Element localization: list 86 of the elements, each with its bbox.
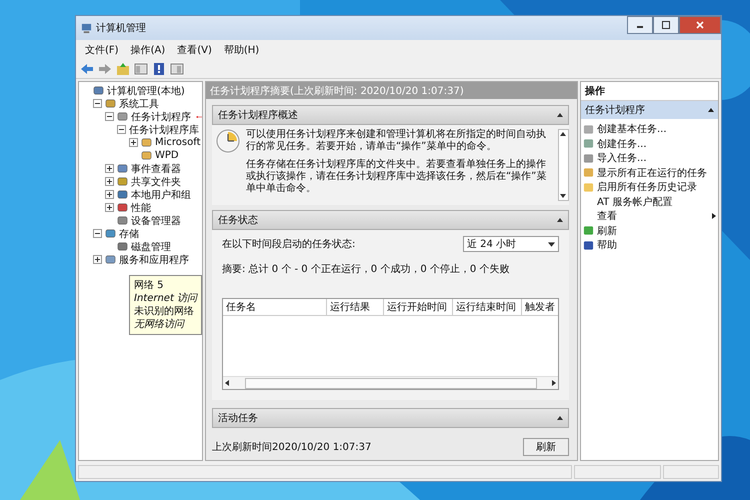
caret-icon[interactable] — [557, 218, 563, 222]
section-header[interactable]: 任务计划程序概述 — [212, 105, 569, 125]
back-icon[interactable] — [80, 62, 94, 76]
section-header[interactable]: 任务状态 — [212, 210, 569, 230]
dropdown-caret-icon[interactable] — [548, 242, 555, 246]
menu-item[interactable]: 帮助(H) — [218, 42, 264, 58]
tree-item[interactable]: 任务计划程序 — [131, 110, 191, 124]
tree-item[interactable]: 磁盘管理 — [131, 240, 171, 254]
tree-item[interactable]: 存储 — [119, 226, 139, 240]
collapse-icon[interactable] — [105, 112, 114, 121]
tree-item[interactable]: 性能 — [131, 200, 151, 214]
summary-text: 摘要: 总计 0 个 - 0 个正在运行，0 个成功，0 个停止，0 个失败 — [222, 262, 510, 276]
maximize-icon — [661, 20, 671, 30]
submenu-arrow-icon — [712, 213, 716, 220]
expand-icon[interactable] — [129, 138, 138, 147]
collapse-icon[interactable] — [93, 229, 102, 238]
period-dropdown[interactable]: 近 24 小时 — [463, 236, 559, 252]
last-refresh-text: 上次刷新时间2020/10/20 1:07:37 — [212, 440, 372, 454]
scroll-left-icon[interactable] — [225, 380, 229, 386]
section-title: 活动任务 — [218, 412, 258, 425]
section-title: 任务计划程序概述 — [218, 108, 298, 122]
section-header[interactable]: 活动任务 — [212, 408, 569, 428]
expand-icon[interactable] — [93, 255, 102, 264]
column-header[interactable]: 运行结果 — [326, 299, 384, 315]
scroll-up-icon[interactable] — [560, 132, 566, 136]
menu-item[interactable]: 操作(A) — [126, 42, 170, 58]
tree-item[interactable]: Microsoft — [155, 137, 201, 148]
minimize-button[interactable] — [627, 16, 653, 34]
tooltip-text: 未识别的网络 — [134, 305, 195, 318]
column-header[interactable]: 运行结束时间 — [452, 299, 521, 315]
close-icon — [695, 20, 705, 30]
close-button[interactable] — [679, 16, 721, 34]
scroll-thumb[interactable] — [244, 378, 536, 388]
collapse-icon[interactable] — [93, 99, 102, 108]
tooltip-text: 无网络访问 — [134, 318, 186, 331]
tree-item[interactable]: WPD — [155, 150, 179, 161]
description-text: 可以使用任务计划程序来创建和管理计算机将在所指定的时间自动执行的常见任务。若要开始，请单击“操作”菜单中的命令。 — [246, 129, 547, 153]
status-bar-pane — [663, 465, 719, 479]
action-item[interactable]: AT 服务帐户配置 — [597, 194, 672, 209]
action-item[interactable]: 启用所有任务历史记录 — [597, 180, 697, 194]
column-header[interactable]: 触发者 — [520, 299, 558, 315]
menu-item[interactable]: 文件(F) — [80, 42, 124, 58]
scroll-down-icon[interactable] — [560, 194, 566, 198]
expand-icon[interactable] — [105, 203, 114, 212]
scrollbar[interactable] — [223, 376, 558, 389]
section-header[interactable]: 任务计划程序 — [581, 101, 718, 119]
section-title: 任务状态 — [218, 214, 258, 227]
action-item[interactable]: 查看 — [597, 209, 617, 224]
expand-icon[interactable] — [105, 164, 114, 173]
action-item[interactable]: 导入任务... — [597, 151, 647, 166]
expand-icon[interactable] — [105, 190, 114, 199]
caret-icon[interactable] — [708, 108, 714, 112]
summary-header: 任务计划程序摘要(上次刷新时间: 2020/10/20 1:07:37) — [206, 82, 577, 99]
tooltip-text: 网络 5 — [134, 279, 165, 292]
tooltip-text: Internet 访问 — [134, 292, 198, 305]
collapse-icon[interactable] — [117, 125, 126, 134]
expand-icon[interactable] — [105, 177, 114, 186]
column-header[interactable]: 任务名 — [223, 299, 326, 315]
panel-icon[interactable] — [170, 62, 184, 76]
action-item[interactable]: 创建基本任务... — [597, 122, 667, 136]
action-item[interactable]: 帮助 — [597, 238, 617, 252]
tree-item[interactable]: 设备管理器 — [131, 214, 181, 228]
section-title: 任务计划程序 — [585, 104, 645, 117]
description-text: 任务存储在任务计划程序库的文件夹中。若要查看单独任务上的操作或执行该操作，请在任务计划程序库中选择该任务，然后在“操作”菜单中单击命令。 — [246, 159, 548, 195]
scrollbar[interactable] — [558, 129, 569, 201]
action-item[interactable]: 显示所有正在运行的任务 — [597, 166, 707, 180]
menu-item[interactable]: 查看(V) — [172, 42, 217, 58]
tree-item[interactable]: 系统工具 — [119, 96, 159, 110]
tree-item[interactable]: 任务计划程序库 — [129, 122, 199, 136]
tree-item[interactable]: 本地用户和组 — [131, 188, 191, 202]
tree-item[interactable]: 计算机管理(本地) — [107, 84, 185, 98]
column-header[interactable]: 运行开始时间 — [383, 299, 452, 315]
tree-item[interactable]: 共享文件夹 — [131, 174, 181, 188]
tree-item[interactable]: 服务和应用程序 — [119, 252, 189, 266]
caret-icon[interactable] — [557, 113, 563, 117]
action-item[interactable]: 创建任务... — [597, 136, 647, 151]
panel-icon[interactable] — [134, 62, 148, 76]
scroll-right-icon[interactable] — [552, 380, 556, 386]
maximize-button[interactable] — [653, 16, 679, 34]
action-item[interactable]: 刷新 — [597, 224, 617, 238]
period-label: 在以下时间段启动的任务状态: — [222, 238, 356, 251]
up-folder-icon[interactable] — [116, 62, 130, 76]
refresh-button[interactable]: 刷新 — [523, 438, 569, 456]
caret-icon[interactable] — [557, 416, 563, 420]
tree-item[interactable]: 事件查看器 — [131, 162, 181, 176]
window-title: 计算机管理 — [96, 22, 146, 35]
